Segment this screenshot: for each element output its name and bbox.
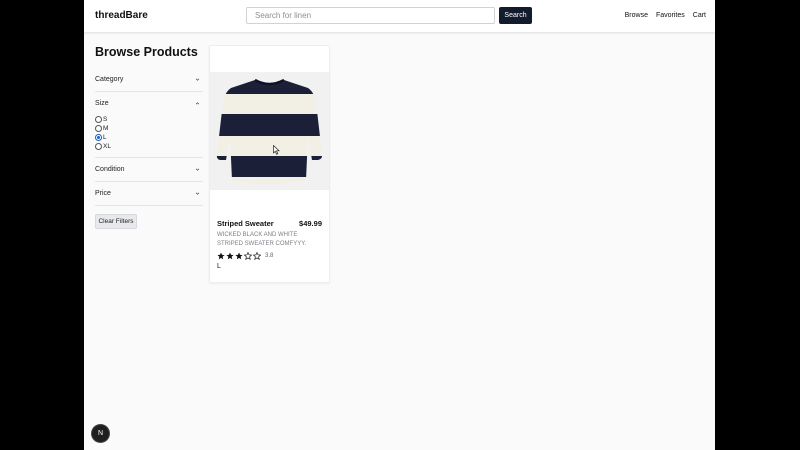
product-title-row: Striped Sweater $49.99	[217, 219, 322, 228]
filter-condition-toggle[interactable]: Condition	[95, 158, 203, 181]
chevron-up-icon	[195, 102, 200, 105]
product-image[interactable]	[210, 72, 329, 190]
brand-logo[interactable]: threadBare	[95, 10, 148, 21]
product-price: $49.99	[299, 219, 322, 228]
search-button[interactable]: Search	[499, 7, 532, 24]
filter-category-label: Category	[95, 76, 124, 83]
size-option-label: L	[103, 134, 107, 141]
filter-category: Category	[95, 68, 203, 92]
chevron-down-icon	[195, 192, 200, 195]
size-option-l[interactable]: L	[95, 133, 203, 142]
top-nav: Browse Favorites Cart	[625, 12, 706, 19]
filter-price: Price	[95, 182, 203, 206]
star-filled-icon	[217, 252, 225, 260]
product-card[interactable]: Striped Sweater $49.99 WICKED BLACK AND …	[209, 45, 330, 283]
size-option-m[interactable]: M	[95, 124, 203, 133]
size-option-label: S	[103, 116, 108, 123]
top-header: threadBare Search Browse Favorites Cart	[84, 0, 715, 32]
size-options: S M L XL	[95, 115, 203, 157]
product-size: L	[217, 263, 221, 270]
clear-filters-button[interactable]: Clear Filters	[95, 214, 137, 229]
star-empty-icon	[253, 252, 261, 260]
radio-m[interactable]	[95, 125, 102, 132]
radio-l[interactable]	[95, 134, 102, 141]
nav-favorites[interactable]: Favorites	[656, 12, 685, 19]
size-option-label: M	[103, 125, 109, 132]
filter-size-toggle[interactable]: Size	[95, 92, 203, 115]
filter-category-toggle[interactable]: Category	[95, 68, 203, 91]
rating-value: 3.8	[265, 253, 274, 259]
nav-cart[interactable]: Cart	[693, 12, 706, 19]
filter-sidebar: Browse Products Category Size S M L XL C…	[95, 45, 203, 229]
filter-price-toggle[interactable]: Price	[95, 182, 203, 205]
nav-browse[interactable]: Browse	[625, 12, 648, 19]
size-option-xl[interactable]: XL	[95, 142, 203, 151]
star-empty-icon	[244, 252, 252, 260]
size-option-label: XL	[103, 143, 111, 150]
mouse-cursor-icon	[273, 145, 280, 155]
size-option-s[interactable]: S	[95, 115, 203, 124]
star-filled-icon	[235, 252, 243, 260]
app-viewport: threadBare Search Browse Favorites Cart …	[84, 0, 715, 450]
filter-price-label: Price	[95, 190, 111, 197]
product-rating: 3.8	[217, 252, 273, 260]
radio-xl[interactable]	[95, 143, 102, 150]
radio-s[interactable]	[95, 116, 102, 123]
filter-condition-label: Condition	[95, 166, 125, 173]
chevron-down-icon	[195, 168, 200, 171]
page-title: Browse Products	[95, 45, 198, 59]
dev-tools-badge[interactable]: N	[92, 425, 109, 442]
filter-size: Size S M L XL	[95, 92, 203, 158]
chevron-down-icon	[195, 78, 200, 81]
filter-condition: Condition	[95, 158, 203, 182]
star-filled-icon	[226, 252, 234, 260]
product-name[interactable]: Striped Sweater	[217, 219, 274, 228]
search-input[interactable]	[246, 7, 495, 24]
filter-size-label: Size	[95, 100, 109, 107]
product-description: WICKED BLACK AND WHITE STRIPED SWEATER C…	[217, 232, 307, 247]
